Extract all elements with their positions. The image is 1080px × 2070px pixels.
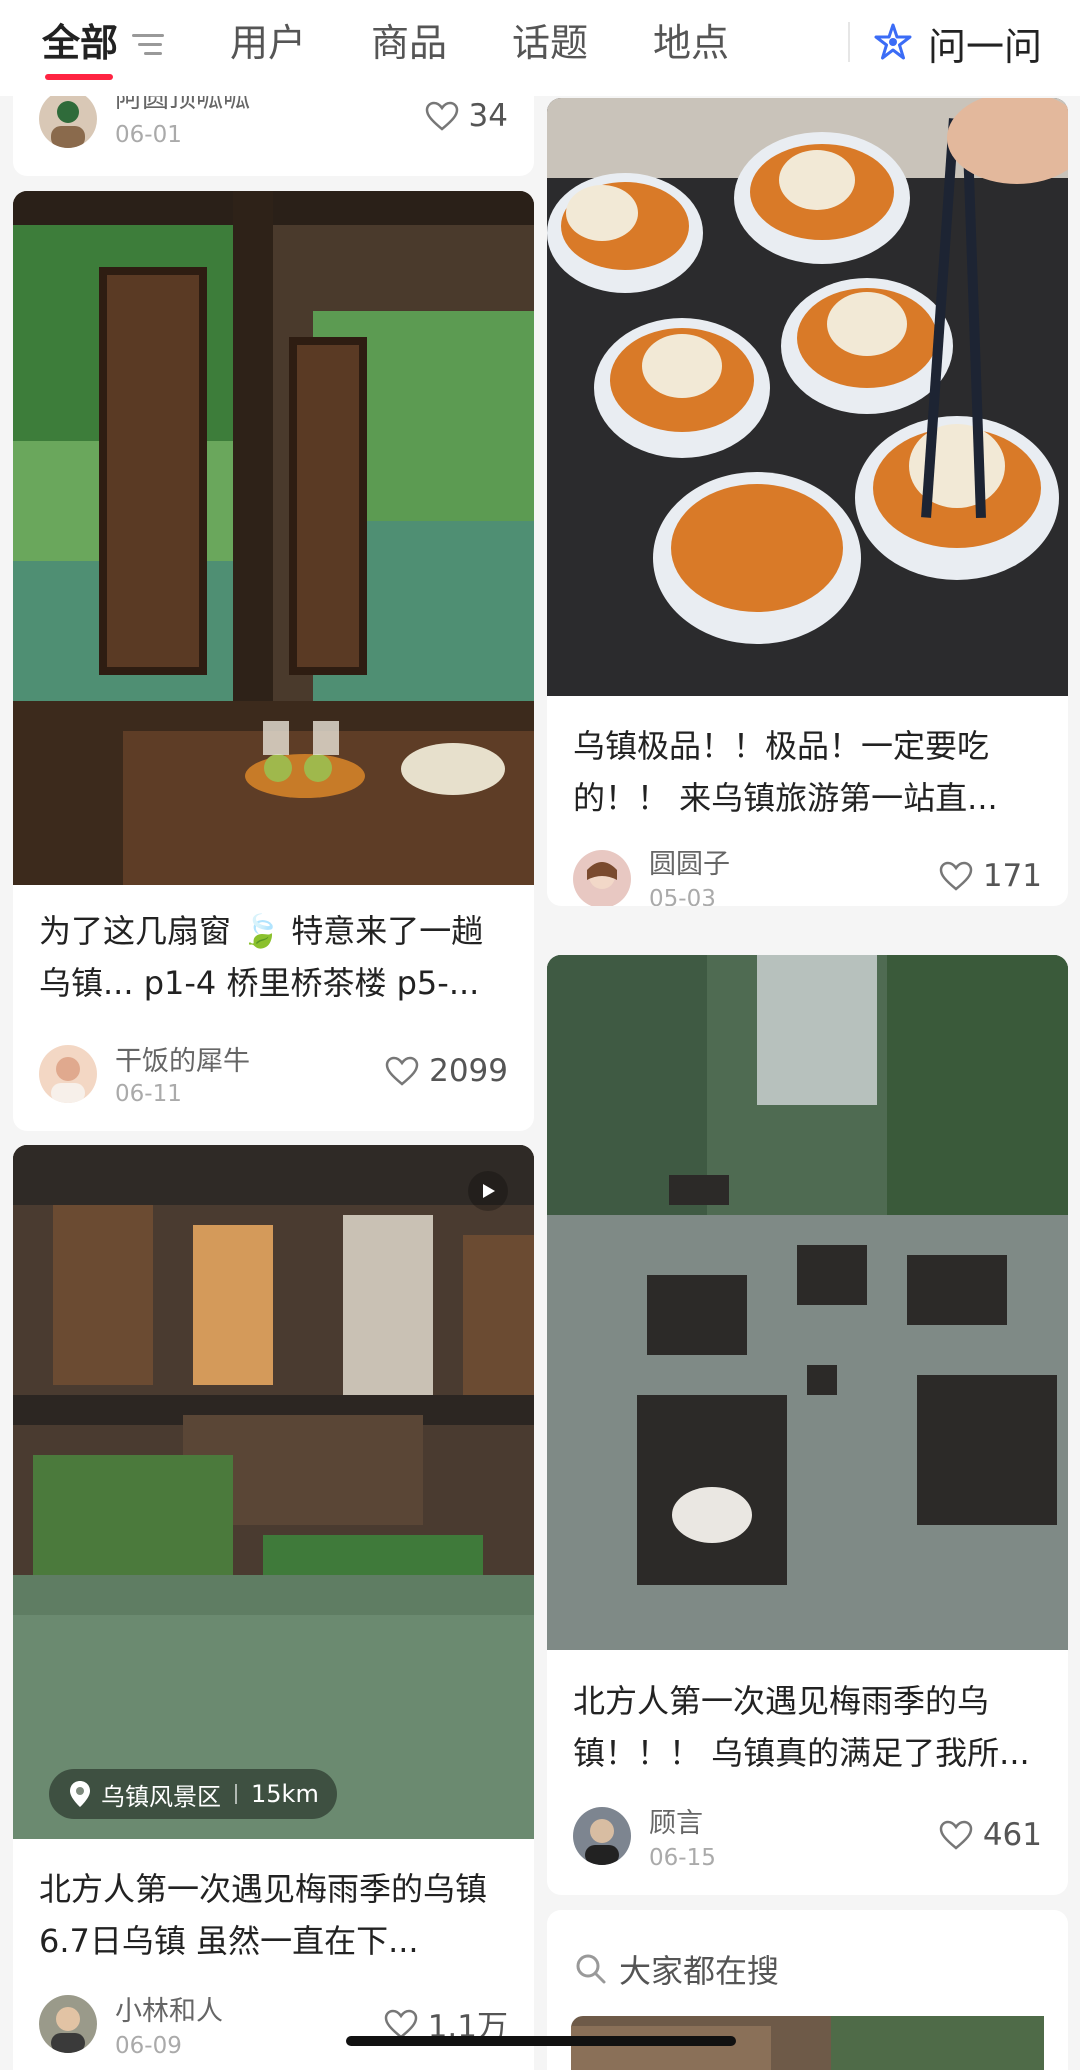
- author-name[interactable]: 小林和人: [115, 1989, 223, 2028]
- avatar[interactable]: [39, 90, 97, 148]
- note-title[interactable]: 乌镇极品！！极品！一定要吃的！！ 来乌镇旅游第一站直...: [573, 720, 1042, 824]
- post-date: 06-01: [115, 122, 182, 148]
- author-name[interactable]: 顾言: [649, 1801, 703, 1840]
- tab-places[interactable]: 地点: [653, 18, 729, 68]
- like-button[interactable]: 2099: [385, 1053, 508, 1089]
- heart-icon: [425, 101, 458, 131]
- tab-topics[interactable]: 话题: [512, 18, 588, 68]
- video-indicator: [468, 1171, 508, 1211]
- home-indicator: [346, 2036, 736, 2046]
- author-name[interactable]: 干饭的犀牛: [115, 1039, 250, 1078]
- avatar[interactable]: [39, 1995, 97, 2053]
- trending-searches-card: 大家都在搜: [547, 1910, 1068, 2070]
- note-card[interactable]: 乌镇风景区 15km 北方人第一次遇见梅雨季的乌镇 6.7日乌镇 虽然一直在下.…: [13, 1145, 534, 2070]
- heart-icon: [385, 1056, 419, 1086]
- trending-searches-label: 大家都在搜: [619, 1952, 780, 1990]
- avatar[interactable]: [573, 850, 631, 906]
- note-card[interactable]: 为了这几扇窗 🍃 特意来了一趟乌镇... p1-4 桥里桥茶楼 p5-... 干…: [13, 191, 534, 1131]
- note-cover-image: [13, 191, 534, 885]
- play-icon: [483, 1184, 495, 1198]
- note-title[interactable]: 为了这几扇窗 🍃 特意来了一趟乌镇... p1-4 桥里桥茶楼 p5-...: [39, 905, 508, 1009]
- heart-icon: [384, 2009, 417, 2039]
- heart-icon: [939, 861, 973, 891]
- location-tag[interactable]: 乌镇风景区 15km: [49, 1769, 337, 1819]
- like-count: 2099: [429, 1053, 508, 1089]
- ask-button[interactable]: 问一问: [872, 18, 1043, 69]
- note-title[interactable]: 北方人第一次遇见梅雨季的乌镇 6.7日乌镇 虽然一直在下...: [39, 1863, 508, 1967]
- filter-icon[interactable]: [130, 30, 166, 60]
- location-name: 乌镇风景区: [101, 1782, 221, 1811]
- search-results-screen: 全部 用户 商品 话题 地点 问一问 阿圆顶呱呱 06-01 34 为了这几扇窗…: [0, 0, 1080, 2070]
- like-count: 461: [982, 1817, 1042, 1853]
- note-cover-image: [547, 955, 1068, 1650]
- ask-label: 问一问: [928, 24, 1043, 69]
- active-tab-indicator: [45, 74, 113, 80]
- ai-star-icon: [874, 23, 912, 60]
- like-count: 171: [982, 858, 1042, 894]
- note-card[interactable]: 北方人第一次遇见梅雨季的乌镇！！！ 乌镇真的满足了我所... 顾言 06-15 …: [547, 955, 1068, 1895]
- author-name[interactable]: 圆圆子: [649, 842, 730, 881]
- top-tab-bar: 全部 用户 商品 话题 地点 问一问: [0, 0, 1080, 96]
- location-divider: [235, 1784, 237, 1804]
- note-title[interactable]: 北方人第一次遇见梅雨季的乌镇！！！ 乌镇真的满足了我所...: [573, 1675, 1042, 1779]
- trending-searches-header: 大家都在搜: [575, 1946, 779, 1992]
- tab-users[interactable]: 用户: [230, 18, 306, 68]
- note-cover-image: [13, 1145, 534, 1839]
- tab-all[interactable]: 全部: [42, 18, 118, 68]
- heart-icon: [939, 1820, 973, 1850]
- like-button[interactable]: 461: [939, 1817, 1042, 1853]
- location-pin-icon: [70, 1781, 90, 1807]
- tab-divider: [848, 22, 850, 62]
- like-count: 34: [468, 98, 508, 134]
- note-card[interactable]: 乌镇极品！！极品！一定要吃的！！ 来乌镇旅游第一站直... 圆圆子 05-03 …: [547, 98, 1068, 906]
- like-button[interactable]: 34: [425, 98, 508, 134]
- avatar[interactable]: [573, 1807, 631, 1865]
- post-date: 06-15: [649, 1845, 716, 1871]
- like-button[interactable]: 171: [939, 858, 1042, 894]
- note-cover-image: [547, 98, 1068, 696]
- avatar[interactable]: [39, 1045, 97, 1103]
- search-icon: [576, 1954, 606, 1984]
- location-distance: 15km: [251, 1780, 319, 1808]
- post-date: 06-11: [115, 1081, 182, 1107]
- tab-products[interactable]: 商品: [371, 18, 447, 68]
- post-date: 05-03: [649, 886, 716, 906]
- post-date: 06-09: [115, 2033, 182, 2059]
